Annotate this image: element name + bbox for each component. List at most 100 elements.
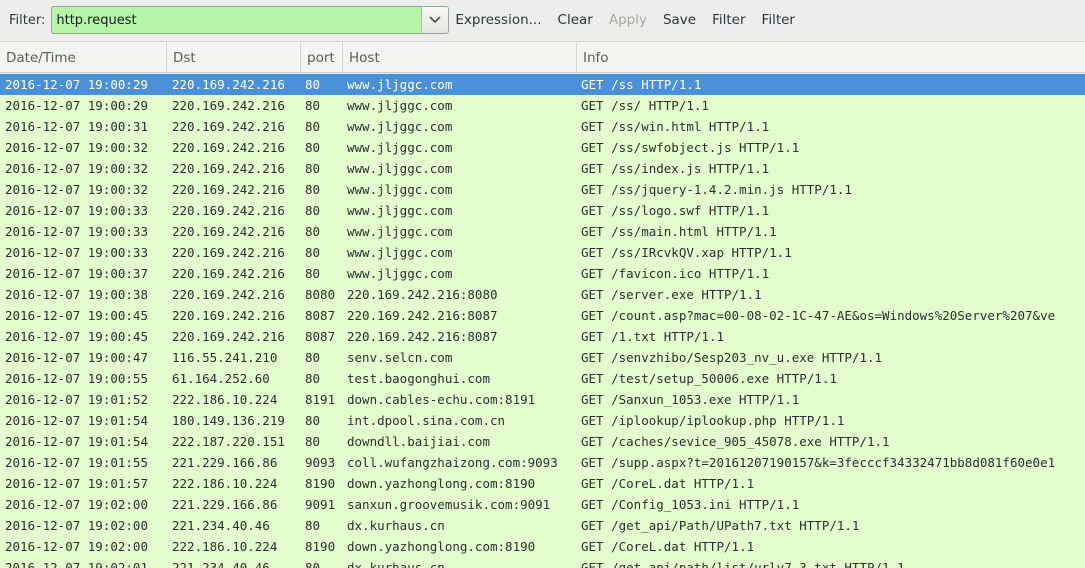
column-header-port[interactable]: port: [301, 42, 343, 72]
cell-info: GET /get_api/path/list/urlv7_3.txt HTTP/…: [581, 560, 905, 568]
filter-toolbar: Filter: Expression... Clear Apply Save F…: [0, 0, 1085, 40]
save-button[interactable]: Save: [663, 12, 696, 28]
table-row[interactable]: 2016-12-07 19:00:29 220.169.242.216 80 www.…: [0, 74, 1085, 95]
table-row[interactable]: 2016-12-07 19:01:54 222.187.220.151 80 down…: [0, 431, 1085, 452]
cell-datetime: 2016-12-07 19:01:55: [5, 455, 148, 470]
apply-button[interactable]: Apply: [609, 12, 647, 28]
cell-port: 80: [305, 224, 321, 239]
table-row[interactable]: 2016-12-07 19:02:00 221.229.166.86 9091 san…: [0, 494, 1085, 515]
clear-button[interactable]: Clear: [558, 12, 593, 28]
cell-info: GET /supp.aspx?t=20161207190157&k=3feccc…: [581, 455, 1056, 470]
column-header-datetime[interactable]: Date/Time: [0, 42, 167, 72]
expression-button[interactable]: Expression...: [455, 12, 541, 28]
cell-port: 80: [305, 245, 321, 260]
table-row[interactable]: 2016-12-07 19:00:32 220.169.242.216 80 www.…: [0, 158, 1085, 179]
cell-dst: 220.169.242.216: [172, 329, 285, 344]
cell-dst: 220.169.242.216: [172, 119, 285, 134]
table-row[interactable]: 2016-12-07 19:01:54 180.149.136.219 80 int.…: [0, 410, 1085, 431]
table-row[interactable]: 2016-12-07 19:00:33 220.169.242.216 80 www.…: [0, 221, 1085, 242]
cell-port: 80: [305, 161, 321, 176]
cell-dst: 221.234.40.46: [172, 518, 270, 533]
cell-host: www.jljggc.com: [347, 224, 453, 239]
cell-datetime: 2016-12-07 19:00:33: [5, 224, 148, 239]
cell-host: 220.169.242.216:8087: [347, 329, 498, 344]
cell-info: GET /CoreL.dat HTTP/1.1: [581, 539, 755, 554]
table-row[interactable]: 2016-12-07 19:01:55 221.229.166.86 9093 col…: [0, 452, 1085, 473]
column-header-info[interactable]: Info: [577, 42, 1085, 72]
table-row[interactable]: 2016-12-07 19:01:52 222.186.10.224 8191 dow…: [0, 389, 1085, 410]
cell-dst: 220.169.242.216: [172, 308, 285, 323]
cell-datetime: 2016-12-07 19:00:32: [5, 182, 148, 197]
cell-port: 8190: [305, 539, 336, 554]
cell-dst: 220.169.242.216: [172, 224, 285, 239]
table-row[interactable]: 2016-12-07 19:00:32 220.169.242.216 80 www.…: [0, 179, 1085, 200]
cell-port: 9091: [305, 497, 336, 512]
cell-host: downdll.baijiai.com: [347, 434, 490, 449]
cell-port: 8191: [305, 392, 336, 407]
table-row[interactable]: 2016-12-07 19:00:47 116.55.241.210 80 senv.…: [0, 347, 1085, 368]
column-header: Date/Time Dst port Host Info: [0, 41, 1085, 73]
cell-dst: 61.164.252.60: [172, 371, 270, 386]
cell-host: int.dpool.sina.com.cn: [347, 413, 506, 428]
cell-dst: 221.229.166.86: [172, 497, 278, 512]
cell-port: 8087: [305, 308, 336, 323]
cell-info: GET /CoreL.dat HTTP/1.1: [581, 476, 755, 491]
chevron-down-icon: [429, 16, 441, 24]
table-row[interactable]: 2016-12-07 19:00:37 220.169.242.216 80 www.…: [0, 263, 1085, 284]
table-row[interactable]: 2016-12-07 19:00:29 220.169.242.216 80 www.…: [0, 95, 1085, 116]
filter-input[interactable]: [52, 6, 422, 34]
cell-dst: 180.149.136.219: [172, 413, 285, 428]
cell-port: 80: [305, 518, 321, 533]
cell-datetime: 2016-12-07 19:00:29: [5, 77, 148, 92]
cell-datetime: 2016-12-07 19:00:45: [5, 308, 148, 323]
cell-info: GET /caches/sevice_905_45078.exe HTTP/1.…: [581, 434, 890, 449]
cell-host: test.baogonghui.com: [347, 371, 490, 386]
filter-button-1[interactable]: Filter: [712, 12, 745, 28]
table-row[interactable]: 2016-12-07 19:00:33 220.169.242.216 80 www.…: [0, 200, 1085, 221]
table-row[interactable]: 2016-12-07 19:01:57 222.186.10.224 8190 dow…: [0, 473, 1085, 494]
filter-combo: [51, 6, 450, 34]
table-row[interactable]: 2016-12-07 19:00:32 220.169.242.216 80 www.…: [0, 137, 1085, 158]
cell-host: www.jljggc.com: [347, 161, 453, 176]
cell-host: www.jljggc.com: [347, 182, 453, 197]
cell-dst: 220.169.242.216: [172, 203, 285, 218]
cell-port: 80: [305, 119, 321, 134]
cell-host: down.yazhonglong.com:8190: [347, 539, 536, 554]
cell-port: 80: [305, 77, 321, 92]
filter-button-2[interactable]: Filter: [762, 12, 795, 28]
cell-port: 80: [305, 560, 321, 568]
cell-info: GET /ss/index.js HTTP/1.1: [581, 161, 770, 176]
cell-port: 9093: [305, 455, 336, 470]
cell-datetime: 2016-12-07 19:01:54: [5, 434, 148, 449]
table-row[interactable]: 2016-12-07 19:02:01 221.234.40.46 80 dx.kur…: [0, 557, 1085, 568]
cell-datetime: 2016-12-07 19:00:47: [5, 350, 148, 365]
cell-host: www.jljggc.com: [347, 119, 453, 134]
cell-dst: 220.169.242.216: [172, 245, 285, 260]
cell-info: GET /ss/swfobject.js HTTP/1.1: [581, 140, 800, 155]
table-row[interactable]: 2016-12-07 19:00:38 220.169.242.216 8080 22…: [0, 284, 1085, 305]
cell-datetime: 2016-12-07 19:00:31: [5, 119, 148, 134]
cell-dst: 220.169.242.216: [172, 140, 285, 155]
column-header-dst[interactable]: Dst: [167, 42, 301, 72]
cell-port: 8190: [305, 476, 336, 491]
cell-host: www.jljggc.com: [347, 245, 453, 260]
cell-host: down.yazhonglong.com:8190: [347, 476, 536, 491]
cell-port: 80: [305, 371, 321, 386]
cell-datetime: 2016-12-07 19:00:33: [5, 203, 148, 218]
table-row[interactable]: 2016-12-07 19:00:45 220.169.242.216 8087 22…: [0, 326, 1085, 347]
table-row[interactable]: 2016-12-07 19:02:00 222.186.10.224 8190 dow…: [0, 536, 1085, 557]
cell-datetime: 2016-12-07 19:00:55: [5, 371, 148, 386]
cell-host: www.jljggc.com: [347, 203, 453, 218]
column-header-host[interactable]: Host: [343, 42, 577, 72]
packet-list: 2016-12-07 19:00:29 220.169.242.216 80 www.…: [0, 74, 1085, 568]
cell-host: down.cables-echu.com:8191: [347, 392, 536, 407]
cell-datetime: 2016-12-07 19:00:33: [5, 245, 148, 260]
cell-dst: 222.186.10.224: [172, 392, 278, 407]
filter-dropdown-button[interactable]: [421, 7, 449, 33]
table-row[interactable]: 2016-12-07 19:00:33 220.169.242.216 80 www.…: [0, 242, 1085, 263]
table-row[interactable]: 2016-12-07 19:02:00 221.234.40.46 80 dx.kur…: [0, 515, 1085, 536]
cell-datetime: 2016-12-07 19:02:01: [5, 560, 148, 568]
table-row[interactable]: 2016-12-07 19:00:45 220.169.242.216 8087 22…: [0, 305, 1085, 326]
table-row[interactable]: 2016-12-07 19:00:55 61.164.252.60 80 test.b…: [0, 368, 1085, 389]
table-row[interactable]: 2016-12-07 19:00:31 220.169.242.216 80 www.…: [0, 116, 1085, 137]
